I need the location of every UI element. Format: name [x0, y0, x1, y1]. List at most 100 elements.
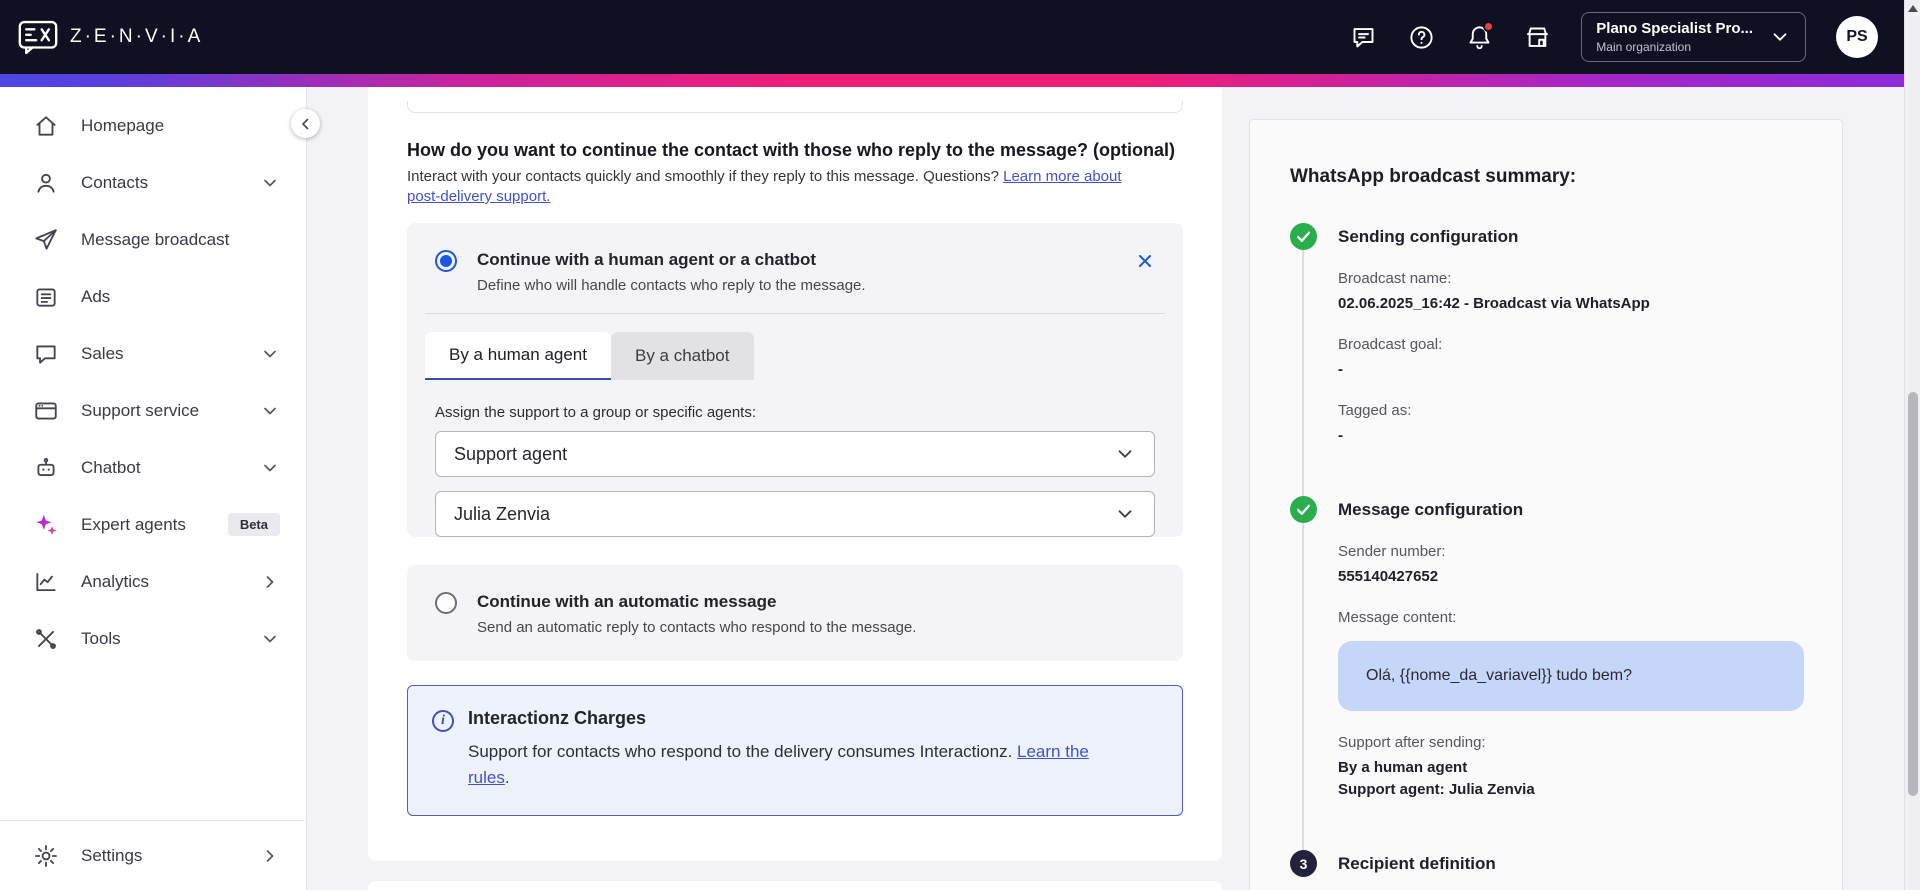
sidebar-item-analytics[interactable]: Analytics [0, 553, 306, 610]
home-icon [33, 113, 59, 139]
chevron-down-icon [260, 458, 280, 478]
assign-support-label: Assign the support to a group or specifi… [435, 404, 757, 421]
step-title: Sending configuration [1338, 227, 1519, 246]
sidebar-item-settings[interactable]: Settings [0, 820, 306, 890]
scroll-up-arrow-icon[interactable] [1908, 5, 1918, 12]
select-value: Julia Zenvia [454, 503, 551, 524]
sidebar-item-label: Settings [81, 845, 143, 865]
help-icon[interactable] [1407, 23, 1435, 51]
brand-gradient-bar [0, 74, 1904, 87]
question-title: How do you want to continue the contact … [407, 140, 1176, 160]
app-body: Homepage Contacts Message broadcast Ads [0, 87, 1904, 890]
field-value: - [1338, 427, 1343, 444]
chat-icon[interactable] [1349, 23, 1377, 51]
topbar-actions: Plano Specialist Pro... Main organizatio… [1349, 11, 1878, 63]
sidebar-item-label: Support service [81, 400, 200, 420]
sidebar-item-tools[interactable]: Tools [0, 610, 306, 667]
sidebar-item-label: Message broadcast [81, 229, 230, 249]
option-description: Send an automatic reply to contacts who … [477, 619, 917, 636]
sidebar-item-label: Expert agents [81, 514, 186, 534]
chevron-down-icon [1769, 26, 1791, 48]
step-number-icon: 3 [1290, 850, 1317, 877]
support-group-select[interactable]: Support agent [435, 431, 1155, 477]
organization-subtitle: Main organization [1596, 40, 1692, 55]
sidebar-item-label: Homepage [81, 115, 165, 135]
chevron-down-icon [260, 344, 280, 364]
notifications-icon[interactable] [1465, 21, 1495, 51]
support-agent-select[interactable]: Julia Zenvia [435, 491, 1155, 537]
support-service-icon [33, 398, 59, 424]
option-title: Continue with an automatic message [477, 592, 777, 611]
sidebar-item-homepage[interactable]: Homepage [0, 97, 306, 154]
field-value: - [1338, 361, 1343, 378]
close-icon[interactable] [1135, 251, 1155, 271]
sidebar-item-expert-agents[interactable]: Expert agents Beta [0, 496, 306, 553]
summary-field: Tagged as: - [1338, 401, 1802, 445]
scrollbar-thumb[interactable] [1908, 392, 1918, 796]
radio-automatic-message[interactable] [435, 592, 457, 614]
organization-text: Plano Specialist Pro... Main organizatio… [1596, 20, 1753, 55]
chevron-right-icon [260, 846, 280, 866]
summary-steps: Sending configuration Broadcast name: 02… [1290, 223, 1804, 890]
field-value: By a human agent [1338, 759, 1468, 776]
sidebar-item-support-service[interactable]: Support service [0, 382, 306, 439]
sidebar-item-chatbot[interactable]: Chatbot [0, 439, 306, 496]
step-complete-icon [1290, 496, 1317, 523]
sidebar-item-contacts[interactable]: Contacts [0, 154, 306, 211]
store-icon[interactable] [1523, 23, 1551, 51]
organization-selector[interactable]: Plano Specialist Pro... Main organizatio… [1581, 11, 1806, 63]
tab-by-chatbot[interactable]: By a chatbot [610, 332, 754, 380]
field-label: Broadcast name: [1338, 270, 1452, 287]
tab-by-human-agent[interactable]: By a human agent [425, 332, 611, 380]
option-human-agent-panel: Continue with a human agent or a chatbot… [407, 223, 1183, 537]
sidebar-item-label: Tools [81, 628, 121, 648]
scrolled-element-remnant [407, 101, 1183, 113]
sidebar-collapse-button[interactable] [291, 109, 320, 138]
tools-icon [33, 626, 59, 652]
info-icon: i [432, 710, 454, 732]
user-avatar[interactable]: PS [1836, 16, 1878, 58]
step-complete-icon [1290, 223, 1317, 250]
select-value: Support agent [454, 443, 568, 464]
broadcast-form-card: How do you want to continue the contact … [368, 87, 1222, 861]
alert-body-suffix: . [504, 768, 510, 787]
next-section-card [368, 881, 1222, 890]
beta-badge: Beta [227, 513, 280, 536]
option-description: Define who will handle contacts who repl… [477, 277, 866, 294]
chevron-right-icon [260, 572, 280, 592]
field-label: Support after sending: [1338, 734, 1486, 751]
summary-field: Broadcast goal: - [1338, 335, 1802, 379]
brand-wordmark: Z·E·N·V·I·A [70, 26, 204, 47]
sidebar-item-ads[interactable]: Ads [0, 268, 306, 325]
summary-field: Support after sending: By a human agent … [1338, 733, 1802, 799]
option-title: Continue with a human agent or a chatbot [477, 250, 817, 269]
alert-body: Support for contacts who respond to the … [468, 739, 1108, 791]
interactionz-charges-alert: i Interactionz Charges Support for conta… [407, 685, 1183, 816]
organization-name: Plano Specialist Pro... [1596, 19, 1753, 37]
field-label: Sender number: [1338, 543, 1446, 560]
chevron-down-icon [260, 401, 280, 421]
summary-title: WhatsApp broadcast summary: [1290, 166, 1577, 187]
summary-step-sending-configuration: Sending configuration Broadcast name: 02… [1290, 223, 1802, 445]
summary-field: Sender number: 555140427652 [1338, 542, 1802, 586]
gear-icon [33, 843, 59, 869]
sidebar-item-message-broadcast[interactable]: Message broadcast [0, 211, 306, 268]
question-description-text: Interact with your contacts quickly and … [407, 168, 1004, 185]
radio-human-agent[interactable] [435, 250, 457, 272]
support-type-tabs: By a human agent By a chatbot [407, 314, 1183, 380]
message-preview-bubble: Olá, {{nome_da_variavel}} tudo bem? [1338, 641, 1804, 711]
chatbot-icon [33, 455, 59, 481]
topbar: Z·E·N·V·I·A Plano Specialist Pro... Main… [0, 0, 1904, 74]
sidebar: Homepage Contacts Message broadcast Ads [0, 87, 320, 890]
field-label: Message content: [1338, 609, 1457, 626]
sidebar-item-sales[interactable]: Sales [0, 325, 306, 382]
sidebar-item-label: Analytics [81, 571, 150, 591]
sidebar-item-label: Contacts [81, 172, 149, 192]
field-value: Support agent: Julia Zenvia [1338, 781, 1535, 798]
page-scrollbar[interactable] [1904, 0, 1920, 890]
send-icon [33, 227, 59, 253]
zenvia-brand[interactable]: Z·E·N·V·I·A [18, 20, 203, 55]
step-title: Message configuration [1338, 500, 1524, 519]
sales-icon [33, 341, 59, 367]
chevron-down-icon [260, 173, 280, 193]
